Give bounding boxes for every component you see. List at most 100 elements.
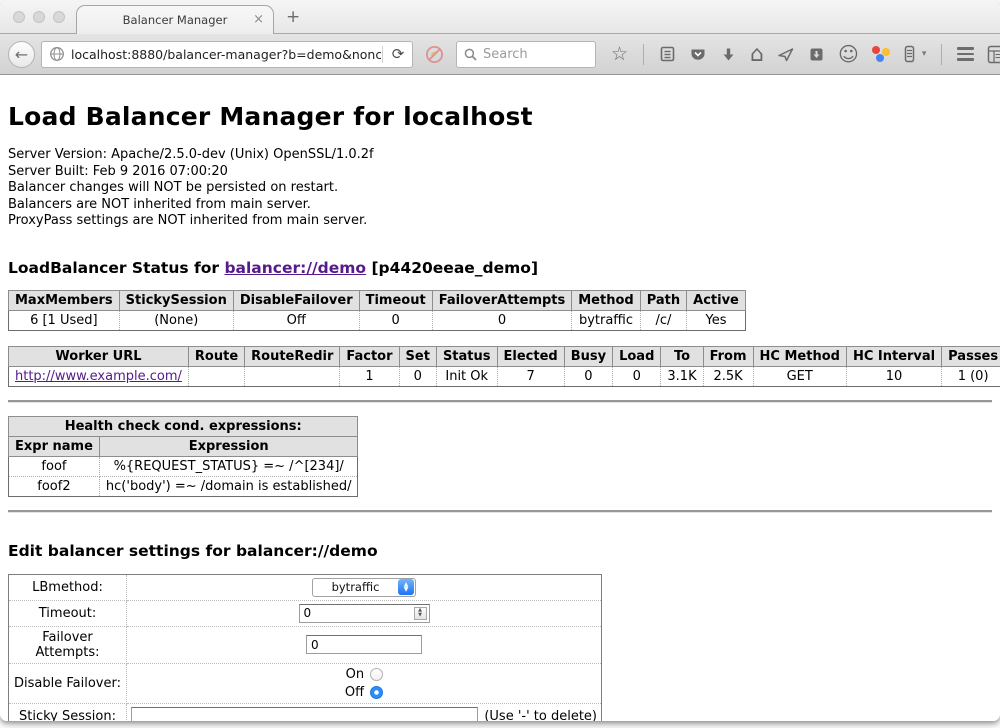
timeout-row: Timeout: ▲▼: [9, 600, 602, 626]
back-arrow-icon: ←: [15, 45, 28, 64]
on-label: On: [346, 667, 364, 682]
window-controls: [13, 11, 65, 23]
col-passes: Passes: [942, 346, 1000, 366]
search-bar[interactable]: Search: [456, 41, 596, 68]
tab-bar: Balancer Manager × +: [0, 0, 1000, 34]
val-busy: 0: [564, 366, 612, 386]
feedback-smiley-icon[interactable]: ☺: [838, 45, 859, 64]
val-status: Init Ok: [436, 366, 497, 386]
blue-dot: [876, 54, 884, 62]
col-method: Method: [572, 290, 640, 310]
proxypass-note: ProxyPass settings are NOT inherited fro…: [8, 213, 992, 230]
failover-attempts-input[interactable]: [306, 635, 422, 654]
failover-attempts-row: Failover Attempts:: [9, 626, 602, 663]
lbmethod-select[interactable]: bytraffic ▲▼: [312, 578, 416, 597]
persist-note: Balancer changes will NOT be persisted o…: [8, 180, 992, 197]
col-expression: Expression: [99, 436, 358, 456]
url-bar[interactable]: localhost:8880/balancer-manager?b=demo&n…: [41, 41, 413, 68]
toolbar-divider: [643, 44, 644, 65]
val-failoverattempts: 0: [432, 310, 572, 330]
loadbalancer-status-heading: LoadBalancer Status for balancer://demo …: [8, 259, 992, 277]
server-info: Server Version: Apache/2.5.0-dev (Unix) …: [8, 147, 992, 230]
back-button[interactable]: ←: [8, 41, 35, 68]
col-load: Load: [613, 346, 661, 366]
colors-extension-icon[interactable]: [872, 46, 890, 62]
val-path: /c/: [640, 310, 686, 330]
val-to: 3.1K: [661, 366, 703, 386]
balancer-data-row: 6 [1 Used] (None) Off 0 0 bytraffic /c/ …: [9, 310, 746, 330]
urlbar-divider: [382, 46, 383, 63]
col-route: Route: [188, 346, 244, 366]
menu-icon[interactable]: [957, 47, 974, 61]
val-maxmembers: 6 [1 Used]: [9, 310, 120, 330]
content-blocked-icon[interactable]: [425, 45, 444, 64]
tab-close-icon[interactable]: ×: [253, 12, 264, 27]
val-active: Yes: [687, 310, 746, 330]
overflow-caret-icon[interactable]: ▾: [922, 49, 927, 59]
col-routeredir: RouteRedir: [245, 346, 340, 366]
close-window-button[interactable]: [13, 11, 25, 23]
failover-off-radio[interactable]: [370, 686, 383, 699]
timeout-label: Timeout:: [9, 600, 127, 626]
downloads-icon[interactable]: [720, 46, 737, 63]
reload-icon[interactable]: ⟳: [384, 45, 412, 63]
send-icon[interactable]: [777, 46, 795, 63]
col-path: Path: [640, 290, 686, 310]
val-hc-method: GET: [753, 366, 846, 386]
minimize-window-button[interactable]: [33, 11, 45, 23]
failover-on-radio[interactable]: [370, 668, 383, 681]
server-built: Server Built: Feb 9 2016 07:00:20: [8, 164, 992, 181]
toolbar-icons: ☆ ⌂ ☺ ▾: [611, 44, 1000, 65]
toolbar-divider-2: [941, 44, 942, 65]
health-row-2: foof2 hc('body') =~ /domain is establish…: [9, 476, 358, 496]
sticky-session-hint: (Use '-' to delete): [484, 709, 597, 722]
off-label: Off: [345, 685, 364, 700]
val-load: 0: [613, 366, 661, 386]
server-version: Server Version: Apache/2.5.0-dev (Unix) …: [8, 147, 992, 164]
browser-tab[interactable]: Balancer Manager ×: [76, 5, 274, 34]
col-factor: Factor: [340, 346, 399, 366]
val-from: 2.5K: [703, 366, 753, 386]
val-routeredir: [245, 366, 340, 386]
lbmethod-selected-value: bytraffic: [313, 580, 398, 594]
url-text[interactable]: localhost:8880/balancer-manager?b=demo&n…: [71, 47, 381, 62]
timeout-input[interactable]: [299, 604, 430, 623]
val-method: bytraffic: [572, 310, 640, 330]
home-icon[interactable]: ⌂: [750, 45, 764, 64]
col-busy: Busy: [564, 346, 612, 366]
bookmark-star-icon[interactable]: ☆: [611, 45, 628, 64]
search-placeholder: Search: [483, 47, 528, 62]
col-timeout: Timeout: [359, 290, 432, 310]
divider-1: [8, 400, 992, 403]
worker-table: Worker URL Route RouteRedir Factor Set S…: [8, 346, 1000, 387]
val-disablefailover: Off: [233, 310, 359, 330]
col-hc-interval: HC Interval: [846, 346, 941, 366]
pocket-icon[interactable]: [689, 46, 707, 63]
navigation-toolbar: ← localhost:8880/balancer-manager?b=demo…: [0, 34, 1000, 75]
col-stickysession: StickySession: [119, 290, 233, 310]
sidebar-grid-icon[interactable]: [987, 45, 1000, 64]
col-active: Active: [687, 290, 746, 310]
reading-list-icon[interactable]: [659, 45, 676, 63]
balancer-demo-link[interactable]: balancer://demo: [224, 259, 366, 277]
browser-window: Balancer Manager × + ← localhost:8880/ba…: [0, 0, 1000, 721]
sticky-session-input[interactable]: [131, 707, 478, 722]
site-identity-globe-icon[interactable]: [49, 46, 65, 62]
inherit-note: Balancers are NOT inherited from main se…: [8, 197, 992, 214]
number-spinner-icon[interactable]: ▲▼: [414, 607, 427, 620]
zoom-window-button[interactable]: [53, 11, 65, 23]
val-elected: 7: [497, 366, 564, 386]
val-factor: 1: [340, 366, 399, 386]
worker-url-link[interactable]: http://www.example.com/: [15, 369, 182, 384]
balancer-settings-form: LBmethod: bytraffic ▲▼ Timeout: ▲▼: [8, 574, 602, 722]
container-icon[interactable]: [903, 45, 916, 63]
col-from: From: [703, 346, 753, 366]
balancer-header-row: MaxMembers StickySession DisableFailover…: [9, 290, 746, 310]
col-set: Set: [399, 346, 436, 366]
save-to-device-icon[interactable]: [808, 46, 825, 63]
expr-foof: %{REQUEST_STATUS} =~ /^[234]/: [99, 456, 358, 476]
col-maxmembers: MaxMembers: [9, 290, 120, 310]
edit-balancer-heading: Edit balancer settings for balancer://de…: [8, 542, 992, 560]
col-hc-method: HC Method: [753, 346, 846, 366]
new-tab-button[interactable]: +: [286, 7, 300, 27]
